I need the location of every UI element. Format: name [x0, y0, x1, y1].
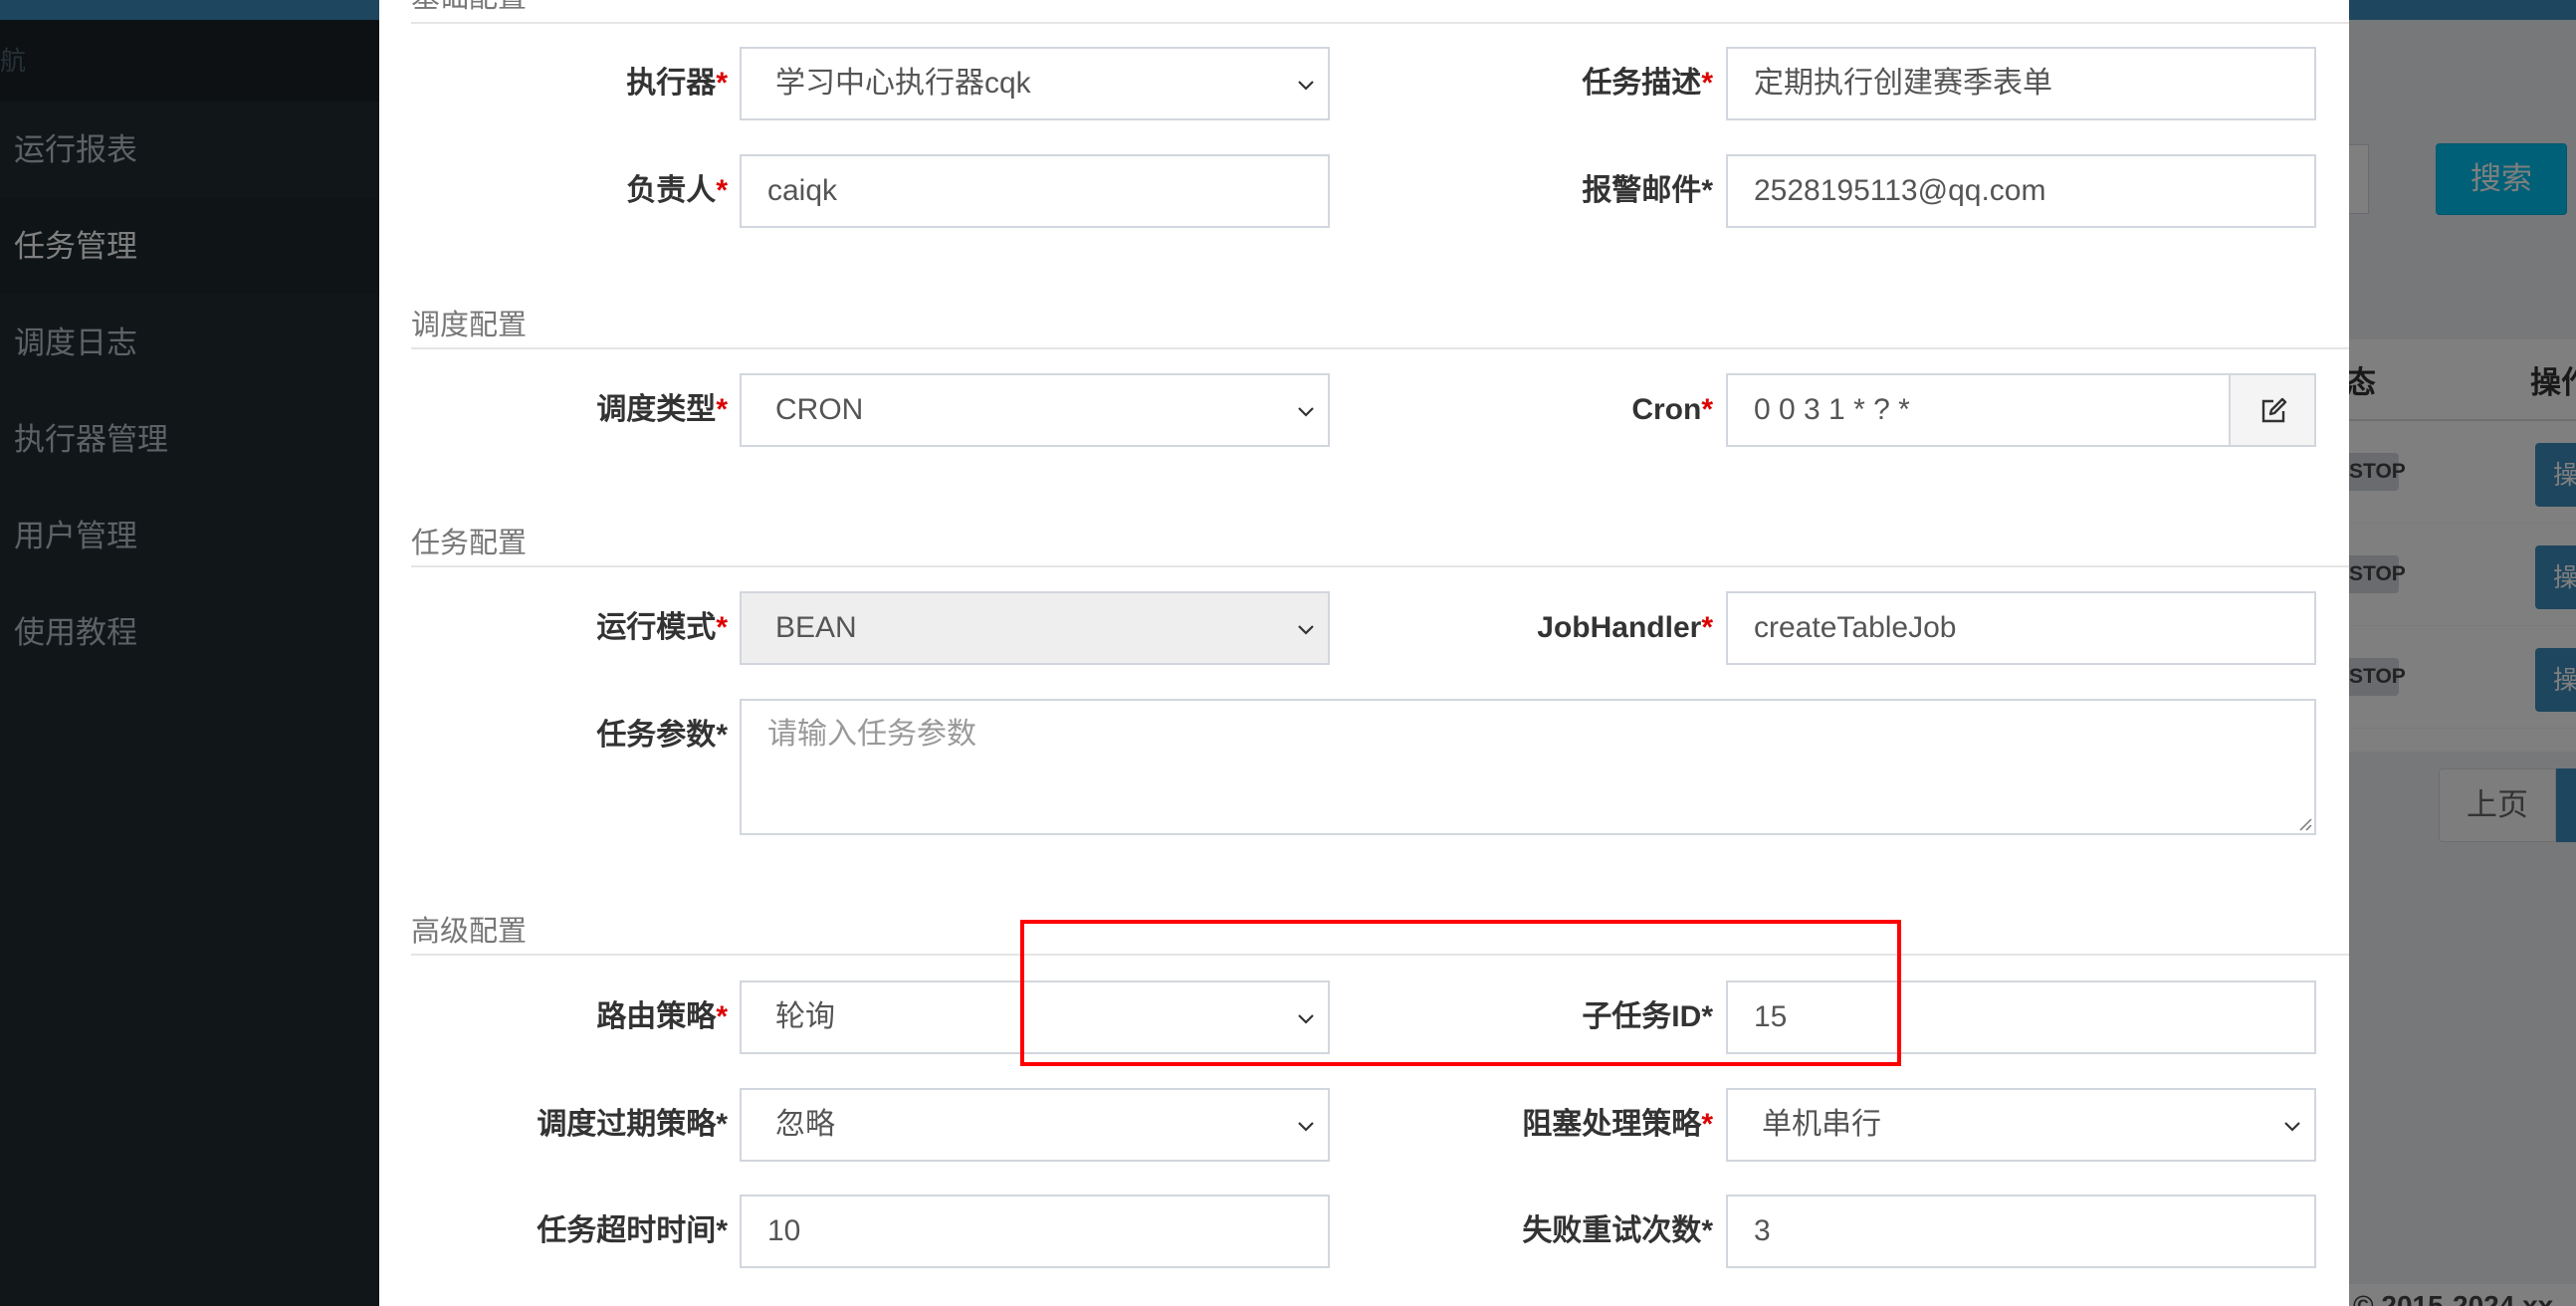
resize-grip-icon[interactable] [2296, 815, 2312, 831]
block-strategy-label: 阻塞处理策略* [1522, 1108, 1713, 1141]
executor-select-value: 学习中心执行器cqk [775, 67, 1031, 100]
misfire-strategy-select-value: 忽略 [775, 1108, 835, 1141]
schedule-type-select[interactable]: CRON [740, 373, 1330, 447]
chevron-down-icon [1298, 1122, 1314, 1132]
route-strategy-select-value: 轮询 [775, 1000, 835, 1033]
section-divider [411, 565, 2349, 567]
job-handler-input[interactable]: createTableJob [1726, 591, 2316, 665]
misfire-strategy-label: 调度过期策略* [537, 1108, 728, 1141]
section-divider [411, 22, 2349, 24]
section-divider [411, 347, 2349, 349]
section-title-schedule: 调度配置 [411, 310, 528, 341]
schedule-type-select-value: CRON [775, 393, 864, 426]
alarm-email-input[interactable]: 2528195113@qq.com [1726, 154, 2316, 228]
author-input[interactable]: caiqk [740, 154, 1330, 228]
misfire-strategy-select[interactable]: 忽略 [740, 1088, 1330, 1162]
block-strategy-select-value: 单机串行 [1762, 1108, 1881, 1141]
job-handler-label: JobHandler* [1537, 611, 1713, 644]
schedule-type-label: 调度类型* [596, 393, 728, 426]
edit-job-modal: 基础配置 执行器* 学习中心执行器cqk 任务描述* 定期执行创建赛季表单 负责… [379, 0, 2349, 1306]
section-title-task: 任务配置 [411, 528, 528, 559]
chevron-down-icon [1298, 625, 1314, 635]
alarm-email-label: 报警邮件* [1582, 174, 1713, 207]
glue-type-select-value: BEAN [775, 611, 857, 644]
executor-select[interactable]: 学习中心执行器cqk [740, 47, 1330, 120]
chevron-down-icon [1298, 407, 1314, 417]
cron-input[interactable]: 0 0 3 1 * ? * [1726, 373, 2231, 447]
cron-generator-button[interactable] [2229, 373, 2316, 447]
job-param-label: 任务参数* [596, 719, 728, 752]
timeout-input[interactable]: 10 [740, 1195, 1330, 1268]
job-desc-label: 任务描述* [1582, 67, 1713, 100]
glue-type-label: 运行模式* [596, 611, 728, 644]
job-param-placeholder: 请输入任务参数 [767, 718, 976, 751]
author-label: 负责人* [626, 174, 728, 207]
block-strategy-select[interactable]: 单机串行 [1726, 1088, 2316, 1162]
timeout-label: 任务超时时间* [537, 1214, 728, 1247]
route-strategy-label: 路由策略* [596, 1000, 728, 1033]
chevron-down-icon [1298, 81, 1314, 91]
glue-type-select: BEAN [740, 591, 1330, 665]
fail-retry-label: 失败重试次数* [1522, 1214, 1713, 1247]
section-title-advanced: 高级配置 [411, 916, 528, 948]
cron-label: Cron* [1631, 393, 1713, 426]
job-param-textarea[interactable]: 请输入任务参数 [740, 699, 2316, 835]
fail-retry-input[interactable]: 3 [1726, 1195, 2316, 1268]
job-desc-input[interactable]: 定期执行创建赛季表单 [1726, 47, 2316, 120]
edit-icon [2261, 397, 2287, 423]
highlight-box [1020, 920, 1901, 1066]
executor-label: 执行器* [626, 67, 728, 100]
chevron-down-icon [2284, 1122, 2300, 1132]
section-title-basic: 基础配置 [411, 0, 527, 16]
